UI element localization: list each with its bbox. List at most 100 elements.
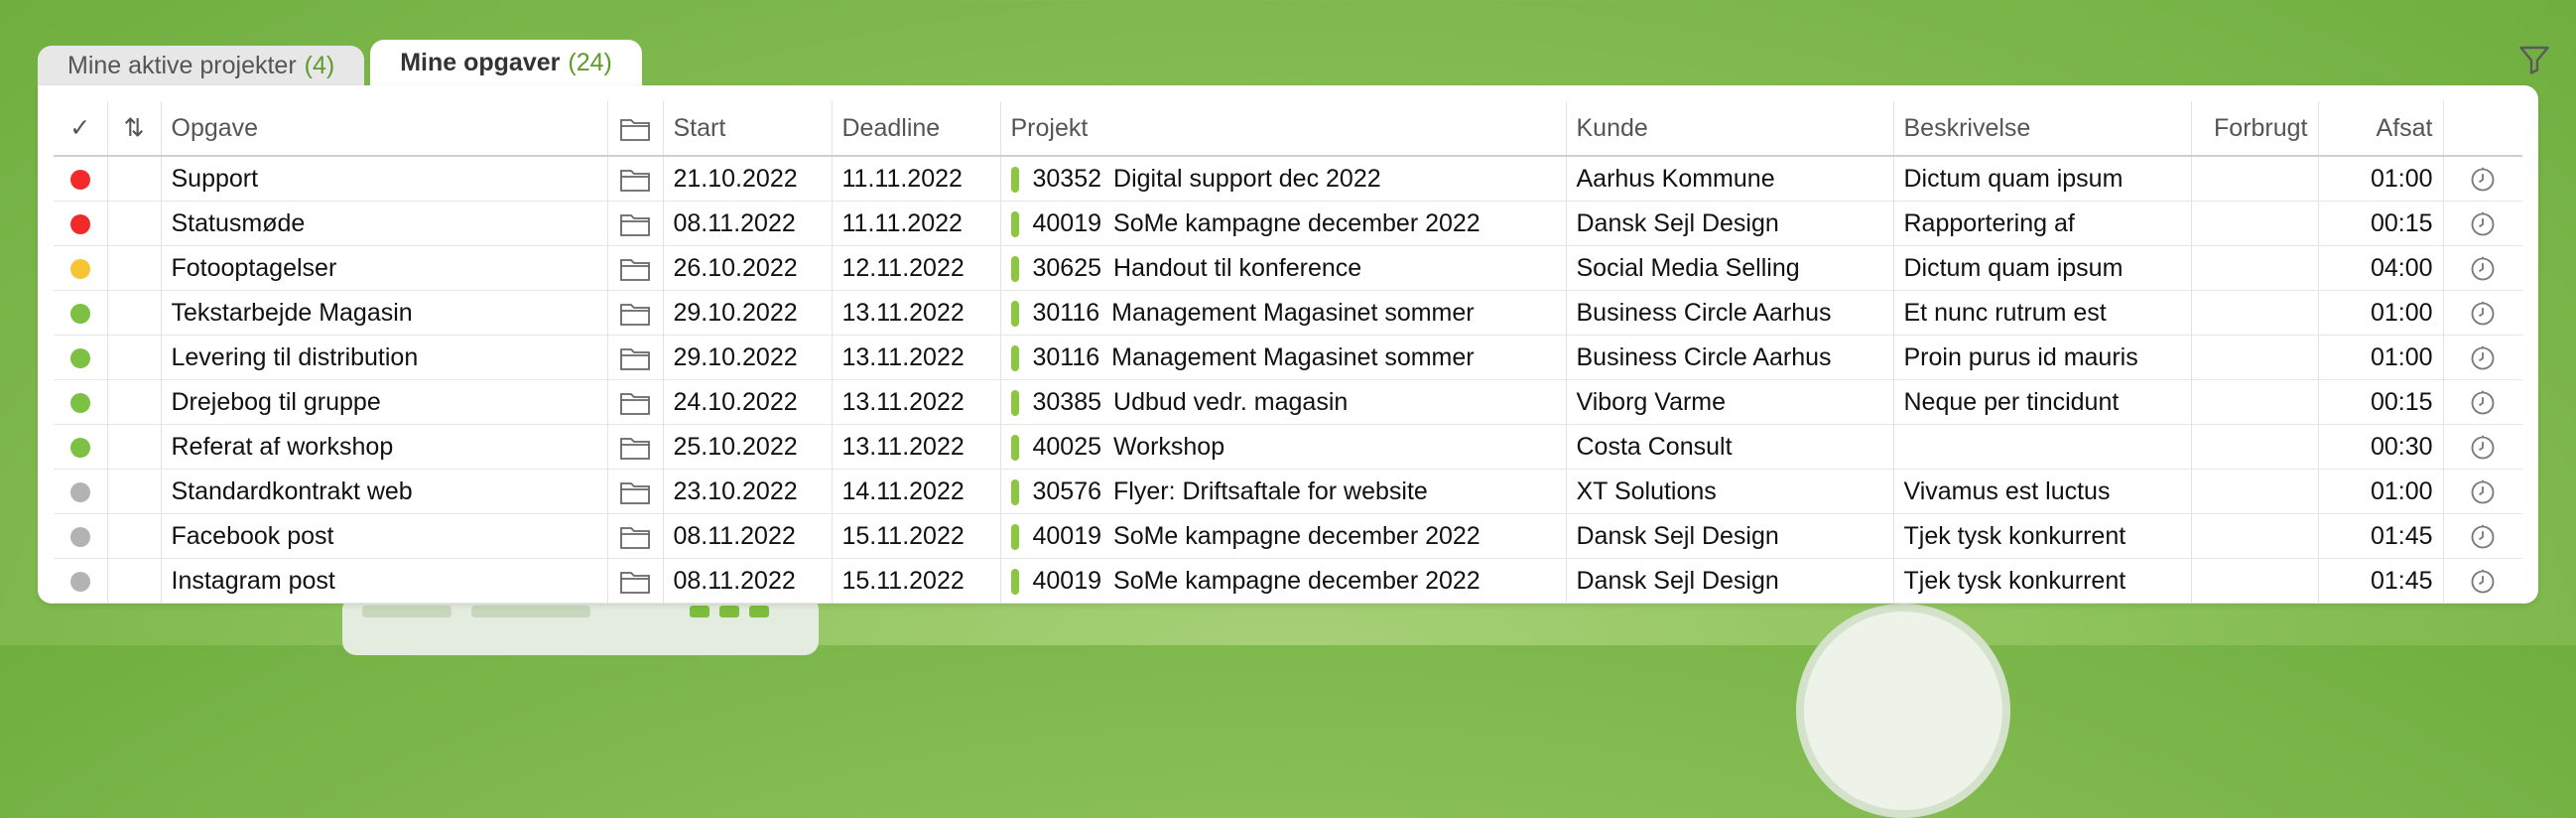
table-row[interactable]: Drejebog til gruppe 24.10.2022 13.11.2022 3…: [54, 379, 2522, 425]
timer-icon[interactable]: [2469, 523, 2497, 551]
column-deadline[interactable]: Deadline: [832, 101, 1001, 157]
sort-cell: [107, 558, 162, 604]
folder-icon[interactable]: [619, 524, 651, 550]
project-cell[interactable]: 30116 Management Magasinet sommer: [1000, 290, 1567, 336]
status-cell: [54, 513, 108, 559]
folder-icon[interactable]: [619, 390, 651, 416]
project-name: SoMe kampagne december 2022: [1113, 521, 1481, 550]
column-check[interactable]: ✓: [54, 101, 108, 157]
table-row[interactable]: Fotooptagelser 26.10.2022 12.11.2022 30625 H…: [54, 245, 2522, 291]
folder-icon[interactable]: [619, 435, 651, 461]
folder-cell[interactable]: [607, 290, 664, 336]
column-description[interactable]: Beskrivelse: [1893, 101, 2192, 157]
timer-cell[interactable]: [2443, 335, 2522, 380]
customer-name: Dansk Sejl Design: [1566, 513, 1894, 559]
task-name[interactable]: Standardkontrakt web: [161, 469, 608, 514]
task-name[interactable]: Tekstarbejde Magasin: [161, 290, 608, 336]
column-task[interactable]: Opgave: [161, 101, 608, 157]
folder-icon[interactable]: [619, 167, 651, 193]
folder-cell[interactable]: [607, 424, 664, 470]
table-row[interactable]: Referat af workshop 25.10.2022 13.11.2022 4…: [54, 424, 2522, 470]
folder-icon[interactable]: [619, 211, 651, 237]
folder-cell[interactable]: [607, 245, 664, 291]
column-allocated[interactable]: Afsat: [2318, 101, 2444, 157]
start-date: 24.10.2022: [663, 379, 833, 425]
timer-cell[interactable]: [2443, 379, 2522, 425]
task-name[interactable]: Drejebog til gruppe: [161, 379, 608, 425]
timer-cell[interactable]: [2443, 156, 2522, 202]
timer-cell[interactable]: [2443, 245, 2522, 291]
column-project[interactable]: Projekt: [1000, 101, 1567, 157]
column-folder[interactable]: [607, 101, 664, 157]
task-name[interactable]: Fotooptagelser: [161, 245, 608, 291]
folder-icon[interactable]: [619, 301, 651, 327]
filter-icon[interactable]: [2516, 42, 2552, 77]
task-name[interactable]: Facebook post: [161, 513, 608, 559]
folder-cell[interactable]: [607, 201, 664, 246]
table-row[interactable]: Statusmøde 08.11.2022 11.11.2022 40019 SoMe …: [54, 201, 2522, 246]
timer-cell[interactable]: [2443, 558, 2522, 604]
description: Rapportering af: [1893, 201, 2192, 246]
project-cell[interactable]: 40019 SoMe kampagne december 2022: [1000, 513, 1567, 559]
table-row[interactable]: Instagram post 08.11.2022 15.11.2022 40019 S…: [54, 558, 2522, 604]
tab-my-tasks[interactable]: Mine opgaver (24): [370, 40, 642, 85]
project-cell[interactable]: 40019 SoMe kampagne december 2022: [1000, 558, 1567, 604]
table-row[interactable]: Levering til distribution 29.10.2022 13.11…: [54, 335, 2522, 380]
timer-icon[interactable]: [2469, 568, 2497, 596]
project-cell[interactable]: 30625 Handout til konference: [1000, 245, 1567, 291]
task-name[interactable]: Support: [161, 156, 608, 202]
project-cell[interactable]: 30116 Management Magasinet sommer: [1000, 335, 1567, 380]
tab-count: (24): [568, 48, 612, 76]
folder-cell[interactable]: [607, 558, 664, 604]
folder-cell[interactable]: [607, 335, 664, 380]
folder-cell[interactable]: [607, 156, 664, 202]
timer-icon[interactable]: [2469, 478, 2497, 506]
timer-cell[interactable]: [2443, 424, 2522, 470]
folder-icon[interactable]: [619, 256, 651, 282]
timer-icon[interactable]: [2469, 255, 2497, 283]
description: [1893, 424, 2192, 470]
task-name[interactable]: Levering til distribution: [161, 335, 608, 380]
timer-icon[interactable]: [2469, 434, 2497, 462]
timer-icon[interactable]: [2469, 300, 2497, 328]
column-sort[interactable]: ⇅: [107, 101, 162, 157]
sort-cell: [107, 513, 162, 559]
folder-cell[interactable]: [607, 469, 664, 514]
timer-icon[interactable]: [2469, 389, 2497, 417]
tasks-panel: ✓ ⇅ Opgave Start Deadline Projekt Kunde …: [38, 85, 2538, 604]
timer-icon[interactable]: [2469, 166, 2497, 194]
folder-icon[interactable]: [619, 479, 651, 505]
project-cell[interactable]: 30576 Flyer: Driftsaftale for website: [1000, 469, 1567, 514]
timer-cell[interactable]: [2443, 469, 2522, 514]
table-row[interactable]: Standardkontrakt web 23.10.2022 14.11.2022…: [54, 469, 2522, 514]
column-customer[interactable]: Kunde: [1566, 101, 1894, 157]
timer-cell[interactable]: [2443, 201, 2522, 246]
customer-name: Aarhus Kommune: [1566, 156, 1894, 202]
folder-cell[interactable]: [607, 513, 664, 559]
table-row[interactable]: Tekstarbejde Magasin 29.10.2022 13.11.2022…: [54, 290, 2522, 336]
column-timer: [2443, 101, 2522, 157]
task-name[interactable]: Statusmøde: [161, 201, 608, 246]
timer-cell[interactable]: [2443, 290, 2522, 336]
table-row[interactable]: Support 21.10.2022 11.11.2022 30352 Digital …: [54, 156, 2522, 202]
folder-icon[interactable]: [619, 345, 651, 371]
project-cell[interactable]: 30352 Digital support dec 2022: [1000, 156, 1567, 202]
folder-cell[interactable]: [607, 379, 664, 425]
task-name[interactable]: Referat af workshop: [161, 424, 608, 470]
project-cell[interactable]: 40025 Workshop: [1000, 424, 1567, 470]
timer-icon[interactable]: [2469, 210, 2497, 238]
status-dot: [69, 303, 90, 324]
timer-cell[interactable]: [2443, 513, 2522, 559]
project-cell[interactable]: 30385 Udbud vedr. magasin: [1000, 379, 1567, 425]
project-name: SoMe kampagne december 2022: [1113, 566, 1481, 595]
time-allocated: 01:00: [2318, 335, 2444, 380]
project-name: Digital support dec 2022: [1113, 164, 1381, 193]
table-row[interactable]: Facebook post 08.11.2022 15.11.2022 40019 So…: [54, 513, 2522, 559]
project-cell[interactable]: 40019 SoMe kampagne december 2022: [1000, 201, 1567, 246]
timer-icon[interactable]: [2469, 344, 2497, 372]
task-name[interactable]: Instagram post: [161, 558, 608, 604]
column-used[interactable]: Forbrugt: [2191, 101, 2319, 157]
column-start[interactable]: Start: [663, 101, 833, 157]
tab-active-projects[interactable]: Mine aktive projekter (4): [38, 46, 365, 85]
folder-icon[interactable]: [619, 569, 651, 595]
